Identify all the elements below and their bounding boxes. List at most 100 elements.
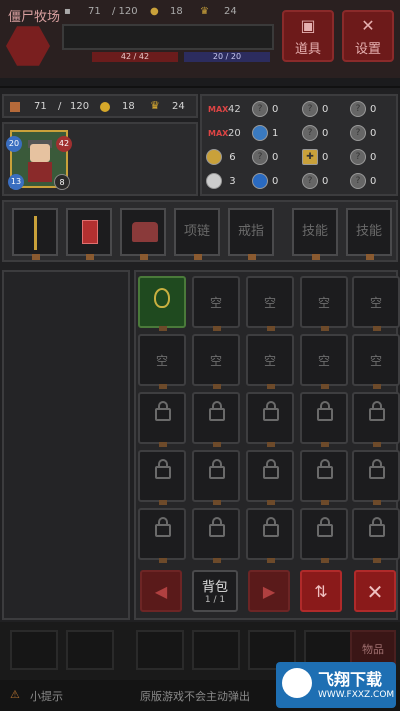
shield-cell: 3 — [206, 170, 236, 194]
bag-slot-empty[interactable]: 空 — [352, 276, 400, 331]
gem-icon: ? — [252, 101, 268, 117]
lock-icon — [209, 466, 225, 479]
resource-cell[interactable]: 1 — [252, 122, 278, 146]
sort-button[interactable]: ⇅ — [300, 570, 342, 612]
empty-label: 空 — [317, 296, 330, 310]
gem-icon: ? — [350, 125, 366, 141]
slot-tab — [159, 500, 167, 505]
settings-button-label: 设置 — [354, 42, 381, 57]
stat-shoes-max: 120 — [70, 101, 90, 112]
resource-cell[interactable]: ? 0 — [350, 98, 376, 122]
slot-tab — [213, 500, 221, 505]
resource-cell[interactable]: ? 0 — [350, 146, 376, 170]
gem-icon: ? — [302, 173, 318, 189]
equip-slot-necklace[interactable]: 项链 — [174, 208, 220, 260]
bag-slot-empty[interactable]: 空 — [246, 276, 294, 331]
hud-hp-bar: 42 / 42 — [92, 52, 178, 62]
bag-slot-locked[interactable] — [352, 392, 400, 447]
bag-slot-empty[interactable]: 空 — [192, 334, 240, 389]
equip-slot-offhand[interactable] — [66, 208, 112, 260]
resource-cell[interactable]: ? 0 — [252, 98, 278, 122]
items-button[interactable]: ▣ 道具 — [282, 10, 334, 62]
bag-slot-locked[interactable] — [138, 392, 186, 447]
bottom-slot[interactable] — [192, 630, 240, 670]
bag-slot-empty[interactable]: 空 — [300, 276, 348, 331]
next-page-button[interactable]: ▶ — [248, 570, 290, 612]
equip-slot-armor[interactable] — [120, 208, 166, 260]
bottom-slot[interactable] — [136, 630, 184, 670]
bag-slot-empty[interactable]: 空 — [352, 334, 400, 389]
equip-slot-weapon[interactable] — [12, 208, 58, 260]
gem-icon: ? — [350, 149, 366, 165]
bottom-slot[interactable] — [10, 630, 58, 670]
resource-cell[interactable]: ? 0 — [252, 146, 278, 170]
bag-slot-locked[interactable] — [246, 450, 294, 505]
lock-icon — [263, 466, 279, 479]
bag-slot-locked[interactable] — [300, 508, 348, 563]
bag-slot-locked[interactable] — [138, 450, 186, 505]
bottom-slot[interactable] — [66, 630, 114, 670]
stat-crowns: 24 — [172, 101, 185, 112]
equip-slot-skill-1[interactable]: 技能 — [292, 208, 338, 260]
bag-slot-empty[interactable]: 空 — [300, 334, 348, 389]
bag-slot-locked[interactable] — [246, 508, 294, 563]
empty-label: 空 — [209, 354, 222, 368]
empty-label: 空 — [155, 354, 168, 368]
settings-button[interactable]: ✕ 设置 — [342, 10, 394, 62]
hp-badge: 42 — [56, 136, 72, 152]
slot-tab — [159, 442, 167, 447]
slot-tab — [213, 326, 221, 331]
close-button[interactable]: ✕ — [354, 570, 396, 612]
bag-slot-locked[interactable] — [352, 450, 400, 505]
elixir-icon — [206, 149, 222, 165]
hp-max-cell: MAX 42 — [206, 98, 241, 122]
bag-slot-empty[interactable]: 空 — [138, 334, 186, 389]
slot-tab — [267, 384, 275, 389]
bag-slot-locked[interactable] — [138, 508, 186, 563]
warning-icon: ⚠ — [10, 688, 20, 701]
equip-slot-ring[interactable]: 戒指 — [228, 208, 274, 260]
bag-slot-empty[interactable]: 空 — [246, 334, 294, 389]
empty-label: 空 — [317, 354, 330, 368]
resource-cell[interactable]: ? 0 — [350, 122, 376, 146]
tip-title: 小提示 — [30, 690, 63, 703]
map-name: 僵尸牧场 — [8, 10, 61, 25]
character-portrait[interactable]: 20 42 13 8 — [6, 130, 72, 190]
resource-cell[interactable]: ? 0 — [302, 122, 328, 146]
resource-cell[interactable]: ? 0 — [302, 98, 328, 122]
equip-slot-skill-2[interactable]: 技能 — [346, 208, 392, 260]
bag-slot-locked[interactable] — [192, 392, 240, 447]
bag-page-number: 1 / 1 — [204, 595, 226, 605]
resource-cell[interactable]: ✚ 0 — [302, 146, 328, 170]
shoe-icon — [10, 102, 20, 112]
bag-slot-locked[interactable] — [300, 392, 348, 447]
max-label: MAX — [208, 105, 229, 114]
resource-row: 6 ? 0 ✚ 0 ? 0 — [202, 146, 398, 170]
bag-slot-locked[interactable] — [192, 508, 240, 563]
portrait-head — [30, 144, 50, 162]
lock-icon — [369, 466, 385, 479]
lock-icon — [155, 524, 171, 537]
watermark-title: 飞翔下载 — [318, 670, 383, 689]
bag-slot-locked[interactable] — [192, 450, 240, 505]
slot-tab — [321, 558, 329, 563]
slot-tab — [159, 326, 167, 331]
watermark-logo-icon — [282, 668, 312, 698]
resource-cell[interactable]: 0 — [252, 170, 278, 194]
bag-slot-locked[interactable] — [352, 508, 400, 563]
max-label: MAX — [208, 129, 229, 138]
hud-coins: 18 — [170, 6, 183, 17]
slot-tab — [321, 326, 329, 331]
prev-page-button[interactable]: ◀ — [140, 570, 182, 612]
bag-slot-amulet[interactable] — [138, 276, 186, 331]
resource-cell[interactable]: ? 0 — [350, 170, 376, 194]
bag-slot-locked[interactable] — [246, 392, 294, 447]
gem-icon: ? — [350, 173, 366, 189]
shoe-icon: ▪ — [64, 6, 71, 17]
defense-badge: 8 — [54, 174, 70, 190]
bag-slot-locked[interactable] — [300, 450, 348, 505]
empty-label: 空 — [369, 354, 382, 368]
lock-icon — [263, 524, 279, 537]
resource-cell[interactable]: ? 0 — [302, 170, 328, 194]
bag-slot-empty[interactable]: 空 — [192, 276, 240, 331]
